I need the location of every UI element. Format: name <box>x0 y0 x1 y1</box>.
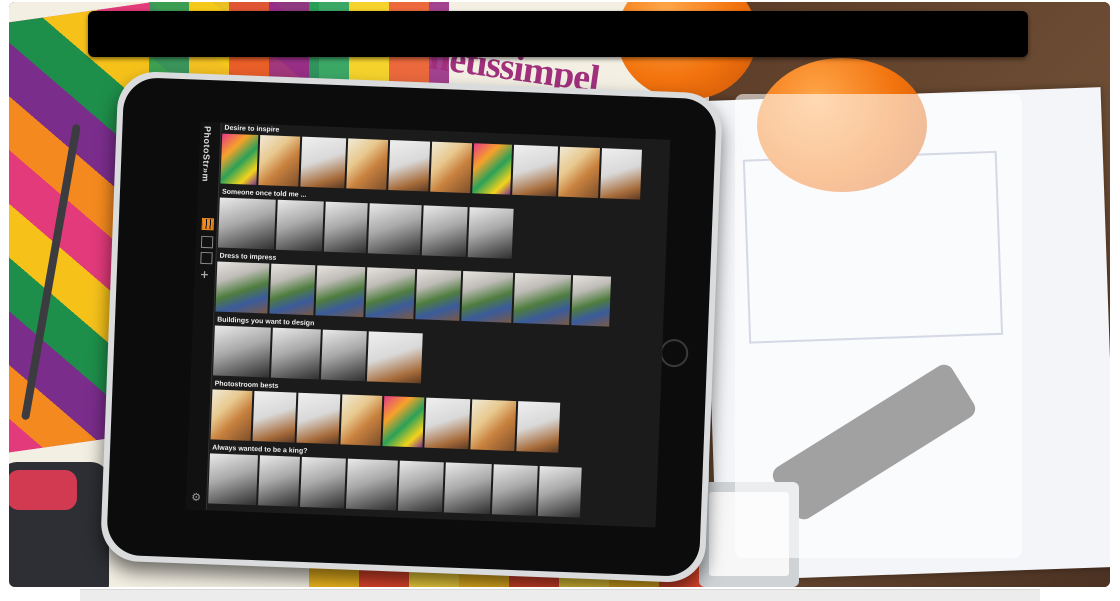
photo-strip[interactable] <box>210 389 561 453</box>
photo-thumb[interactable] <box>421 205 468 258</box>
photo-thumb[interactable] <box>382 396 425 448</box>
slide-title-bar <box>88 11 1028 57</box>
photo-thumb[interactable] <box>366 331 423 384</box>
ipad-bezel: PhotoStr»m + ⚙ Desire to inspire Someone… <box>106 76 717 578</box>
photo-thumb[interactable] <box>275 199 324 252</box>
ipad-device: PhotoStr»m + ⚙ Desire to inspire Someone… <box>99 70 724 584</box>
photo-thumb[interactable] <box>258 455 300 507</box>
grid-view-icon[interactable] <box>201 217 215 231</box>
photo-thumb[interactable] <box>467 207 514 259</box>
photo-strip[interactable] <box>208 453 582 518</box>
photo-thumb[interactable] <box>215 261 270 314</box>
row-label: Desire to inspire <box>224 124 280 134</box>
bottom-bar <box>80 589 1040 601</box>
photo-strip[interactable] <box>220 133 642 200</box>
photo-thumb[interactable] <box>320 329 367 382</box>
photo-thumb[interactable] <box>365 267 416 320</box>
photo-thumb[interactable] <box>516 401 561 453</box>
photo-thumb[interactable] <box>340 394 383 446</box>
photo-thumb[interactable] <box>415 269 462 321</box>
photo-thumb[interactable] <box>537 466 582 518</box>
gear-icon[interactable]: ⚙ <box>191 491 201 504</box>
photo-thumb[interactable] <box>397 460 444 513</box>
photo-thumb[interactable] <box>323 201 368 254</box>
photo-thumb[interactable] <box>300 136 347 189</box>
app-brand: PhotoStr»m <box>200 125 213 183</box>
photo-thumb[interactable] <box>270 327 321 380</box>
photo-thumb[interactable] <box>346 138 389 190</box>
photo-thumb[interactable] <box>212 325 271 378</box>
info-panel <box>735 94 1022 558</box>
row-label: Photostroom bests <box>214 380 279 390</box>
photo-thumb[interactable] <box>269 263 316 316</box>
photo-thumb[interactable] <box>430 141 473 194</box>
photo-thumb[interactable] <box>513 272 572 326</box>
photo-thumb[interactable] <box>210 389 253 441</box>
row-label: Dress to impress <box>219 252 277 262</box>
photo-thumb[interactable] <box>315 265 366 318</box>
add-icon[interactable]: + <box>200 268 210 281</box>
photo-thumb[interactable] <box>252 391 297 443</box>
photo-thumb[interactable] <box>345 458 398 511</box>
photo-thumb[interactable] <box>296 392 341 445</box>
photo-thumb[interactable] <box>388 140 431 192</box>
photo-thumb[interactable] <box>472 143 513 195</box>
photo-thumb[interactable] <box>491 464 538 516</box>
photo-thumb[interactable] <box>470 399 517 452</box>
home-button <box>659 338 689 368</box>
stack-view-icon[interactable] <box>200 251 213 265</box>
photo-thumb[interactable] <box>424 397 471 450</box>
pouch <box>9 462 109 587</box>
photo-strip[interactable] <box>215 261 612 327</box>
photo-thumb[interactable] <box>220 133 259 185</box>
photo-thumb[interactable] <box>600 148 642 200</box>
photo-thumb[interactable] <box>571 275 612 327</box>
photo-thumb[interactable] <box>217 197 276 250</box>
photo-strip[interactable] <box>212 325 423 384</box>
app-screen: PhotoStr»m + ⚙ Desire to inspire Someone… <box>185 121 671 528</box>
photo-thumb[interactable] <box>208 453 258 506</box>
photo-thumb[interactable] <box>558 146 601 199</box>
photo-thumb[interactable] <box>258 135 301 187</box>
photo-thumb[interactable] <box>443 462 492 515</box>
photo-thumb[interactable] <box>300 456 346 509</box>
photo-thumb[interactable] <box>512 144 559 197</box>
list-view-icon[interactable] <box>200 235 214 249</box>
photo-strip[interactable] <box>217 197 514 259</box>
photo-thumb[interactable] <box>461 270 514 323</box>
photo-thumb[interactable] <box>367 203 422 256</box>
